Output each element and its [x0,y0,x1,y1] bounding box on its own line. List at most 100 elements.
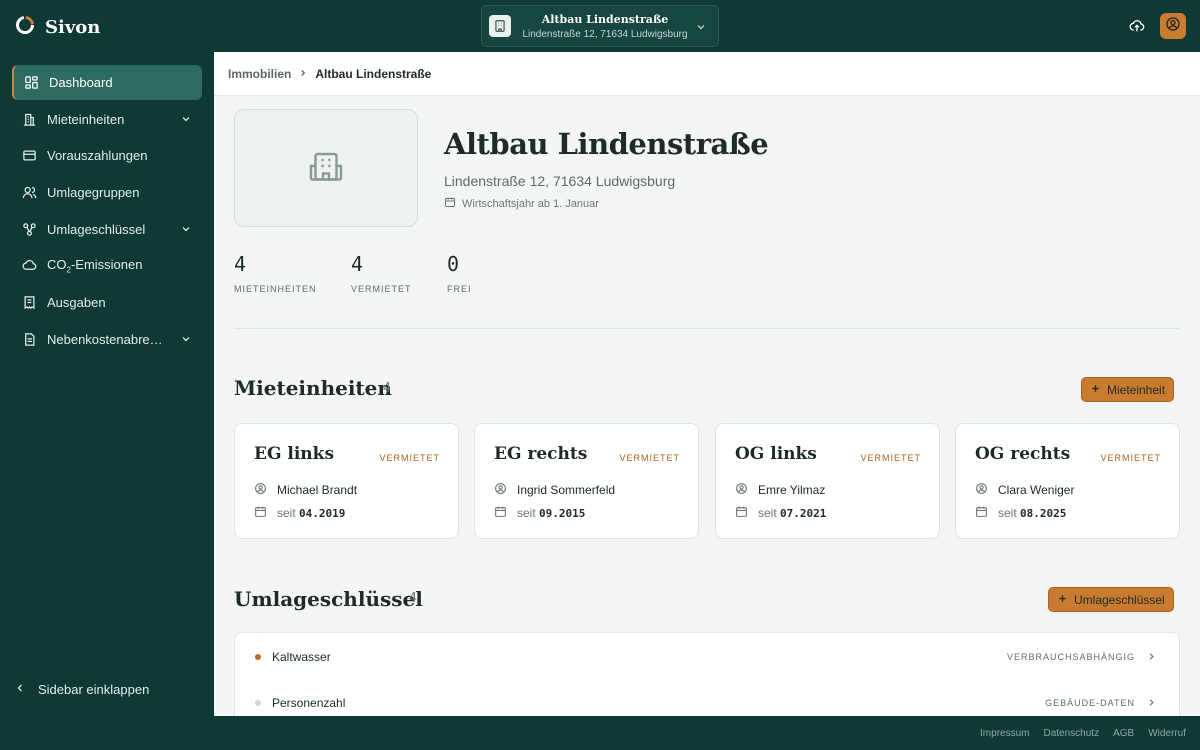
unit-card[interactable]: EG rechts VERMIETET Ingrid Sommerfeld se… [474,423,699,539]
top-bar: Sivon Altbau Lindenstraße Lindenstraße 1… [0,0,1200,52]
fiscal-year-text: Wirtschaftsjahr ab 1. Januar [462,197,599,210]
chevron-down-icon [180,333,192,348]
key-type: GEBÄUDE-DATEN [1045,698,1135,708]
key-name: Kaltwasser [272,650,331,664]
sidebar-item-label: CO2-Emissionen [47,256,143,275]
unit-card[interactable]: OG rechts VERMIETET Clara Weniger seit 0… [955,423,1180,539]
sidebar-collapse-button[interactable]: Sidebar einklappen [14,682,149,697]
sidebar-item-label: Dashboard [49,75,113,90]
chevron-down-icon [695,20,707,38]
plus-icon [1057,593,1068,607]
status-badge: VERMIETET [619,453,680,463]
chevron-right-icon [1146,651,1157,665]
stat-value: 0 [447,252,460,276]
status-badge: VERMIETET [860,453,921,463]
section-title-mieteinheiten: Mieteinheiten [234,376,392,400]
share-nodes-icon [20,221,38,239]
stat-value: 4 [234,252,247,276]
user-circle-icon [1165,16,1181,37]
add-button-label: Mieteinheit [1107,382,1166,397]
sidebar-item-ausgaben[interactable]: Ausgaben [12,285,202,320]
user-menu-button[interactable] [1160,13,1186,39]
list-item[interactable]: Personenzahl GEBÄUDE-DATEN [235,680,1179,716]
footer-link-widerruf[interactable]: Widerruf [1148,728,1186,739]
unit-name: OG rechts [975,444,1071,464]
plus-icon [1090,383,1101,397]
building-icon [489,15,511,37]
user-circle-icon [735,482,748,498]
stat-mieteinheiten: 4 MIETEINHEITEN [234,252,317,294]
property-switcher-address: Lindenstraße 12, 71634 Ludwigsburg [522,28,688,40]
tenant-name: Ingrid Sommerfeld [517,483,616,497]
unit-card[interactable]: OG links VERMIETET Emre Yilmaz seit 07.2… [715,423,940,539]
property-image-placeholder[interactable] [234,109,418,227]
app-name: Sivon [45,17,101,38]
chevron-left-icon [14,682,26,697]
sidebar-item-mieteinheiten[interactable]: Mieteinheiten [12,102,202,137]
tenancy-since: seit 07.2021 [758,506,827,520]
property-switcher-name: Altbau Lindenstraße [541,12,669,26]
property-switcher[interactable]: Altbau Lindenstraße Lindenstraße 12, 716… [481,5,719,47]
add-mieteinheit-button[interactable]: Mieteinheit [1081,377,1175,402]
chevron-right-icon [1146,697,1157,711]
sidebar-item-vorauszahlungen[interactable]: Vorauszahlungen [12,138,202,173]
sidebar-item-umlageschluessel[interactable]: Umlageschlüssel [12,212,202,247]
allocation-key-list: Kaltwasser VERBRAUCHSABHÄNGIG Personenza… [234,632,1180,716]
sidebar-item-co2-emissionen[interactable]: CO2-Emissionen [12,248,202,283]
stat-label: MIETEINHEITEN [234,284,317,294]
tenancy-since: seit 04.2019 [277,506,346,520]
user-circle-icon [254,482,267,498]
section-title-umlageschluessel: Umlageschlüssel [234,587,423,611]
breadcrumb-current: Altbau Lindenstraße [315,66,432,81]
breadcrumb-parent[interactable]: Immobilien [228,67,291,81]
tenant-name: Emre Yilmaz [758,483,826,497]
footer-link-datenschutz[interactable]: Datenschutz [1043,728,1099,739]
list-item[interactable]: Kaltwasser VERBRAUCHSABHÄNGIG [235,634,1179,680]
add-umlageschluessel-button[interactable]: Umlageschlüssel [1048,587,1174,612]
section-count: 4 [409,591,417,606]
sidebar: Dashboard Mieteinheiten Vorauszahlungen … [0,52,214,716]
fiscal-year: Wirtschaftsjahr ab 1. Januar [444,196,599,211]
sidebar-item-umlagegruppen[interactable]: Umlagegruppen [12,175,202,210]
tenancy-since: seit 08.2025 [998,506,1067,520]
sidebar-item-label: Umlagegruppen [47,185,140,200]
users-icon [20,184,38,202]
key-type: VERBRAUCHSABHÄNGIG [1006,652,1135,662]
status-dot [255,654,261,660]
chevron-right-icon [298,67,308,81]
divider [234,328,1180,329]
sidebar-item-label: Vorauszahlungen [47,148,148,163]
stat-label: FREI [447,284,472,294]
document-icon [20,331,38,349]
section-count: 4 [383,381,391,396]
sidebar-item-label: Ausgaben [47,295,106,310]
calendar-icon [735,505,748,521]
footer: Impressum Datenschutz AGB Widerruf [0,716,1200,750]
tenancy-since: seit 09.2015 [517,506,586,520]
sidebar-collapse-label: Sidebar einklappen [38,682,150,697]
main-content: Immobilien Altbau Lindenstraße Altbau Li… [214,52,1200,716]
sidebar-item-dashboard[interactable]: Dashboard [12,65,202,100]
stat-label: VERMIETET [351,284,412,294]
unit-name: EG links [254,444,335,464]
unit-name: EG rechts [494,444,588,464]
cloud-icon [20,257,38,275]
calendar-icon [494,505,507,521]
unit-card[interactable]: EG links VERMIETET Michael Brandt seit 0… [234,423,459,539]
footer-link-impressum[interactable]: Impressum [980,728,1029,739]
tenant-name: Clara Weniger [998,483,1075,497]
page-title: Altbau Lindenstraße [444,127,769,161]
calendar-icon [975,505,988,521]
sivon-logo-icon [14,14,36,41]
footer-link-agb[interactable]: AGB [1113,728,1134,739]
brand[interactable]: Sivon [14,14,100,41]
user-circle-icon [494,482,507,498]
cloud-upload-icon[interactable] [1127,16,1147,36]
user-circle-icon [975,482,988,498]
status-badge: VERMIETET [379,453,440,463]
sidebar-item-nebenkostenabrechnungen[interactable]: Nebenkostenabrechnungen [12,322,202,357]
dashboard-icon [22,74,40,92]
chevron-down-icon [180,113,192,128]
property-address: Lindenstraße 12, 71634 Ludwigsburg [444,173,676,189]
calendar-icon [444,196,456,211]
